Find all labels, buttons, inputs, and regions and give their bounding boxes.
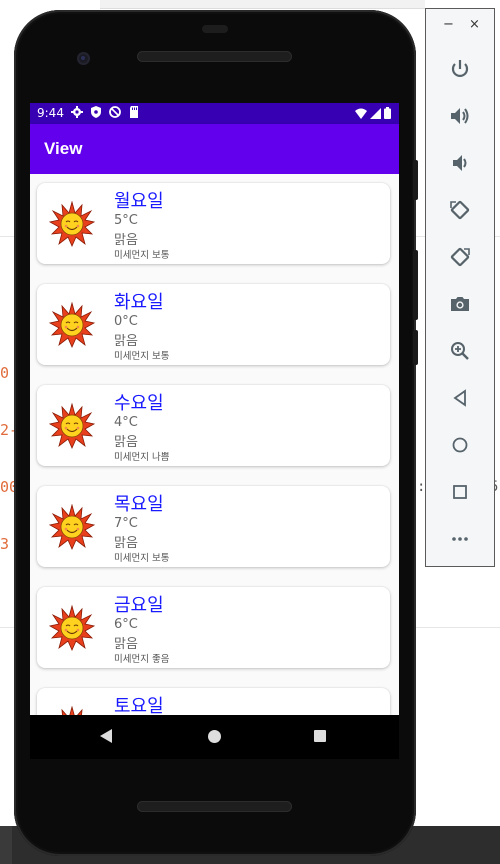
wifi-icon bbox=[355, 108, 367, 119]
phone-side-button bbox=[413, 160, 418, 200]
weather-list[interactable]: 월요일 5°C 맑음 미세먼지 보통 화요일 0°C 맑음 미세먼지 보통 수요… bbox=[30, 174, 399, 715]
background-window-strip bbox=[100, 0, 425, 9]
status-bar: 9:44 bbox=[30, 103, 399, 124]
settings-icon bbox=[71, 106, 83, 118]
temperature: 7°C bbox=[114, 516, 138, 531]
camera-icon[interactable] bbox=[448, 292, 472, 316]
phone-screen: 9:44 View 월요일 5°C 맑음 미세먼지 보통 화요일 0°C 맑음 … bbox=[30, 103, 399, 715]
emulator-toolbar: − × bbox=[425, 8, 495, 567]
weather-card[interactable]: 월요일 5°C 맑음 미세먼지 보통 bbox=[37, 183, 390, 264]
system-nav-bar bbox=[30, 715, 399, 759]
temperature: 4°C bbox=[114, 415, 138, 430]
sun-icon bbox=[49, 201, 95, 247]
weather-card[interactable]: 금요일 6°C 맑음 미세먼지 좋음 bbox=[37, 587, 390, 668]
day-name: 금요일 bbox=[114, 595, 164, 616]
rotate-left-icon[interactable] bbox=[448, 198, 472, 222]
app-title: View bbox=[44, 139, 83, 158]
background-text-fragment: 0 bbox=[0, 364, 10, 382]
fine-dust-level: 미세먼지 보통 bbox=[114, 351, 170, 362]
sun-icon bbox=[49, 403, 95, 449]
nav-home-icon[interactable] bbox=[208, 730, 221, 743]
sun-icon bbox=[49, 706, 95, 715]
front-camera-icon bbox=[77, 52, 90, 65]
data-saver-icon bbox=[109, 106, 121, 118]
weather-condition: 맑음 bbox=[114, 435, 138, 450]
weather-card[interactable]: 화요일 0°C 맑음 미세먼지 보통 bbox=[37, 284, 390, 365]
home-icon[interactable] bbox=[448, 433, 472, 457]
phone-side-button bbox=[413, 330, 418, 365]
volume-down-icon[interactable] bbox=[448, 151, 472, 175]
fine-dust-level: 미세먼지 보통 bbox=[114, 250, 170, 261]
day-name: 목요일 bbox=[114, 494, 164, 515]
day-name: 화요일 bbox=[114, 292, 164, 313]
weather-condition: 맑음 bbox=[114, 536, 138, 551]
signal-icon bbox=[370, 107, 381, 119]
background-text-fragment: 3 bbox=[0, 535, 10, 553]
phone-earpiece bbox=[202, 25, 228, 33]
weather-card[interactable]: 토요일 bbox=[37, 688, 390, 715]
temperature: 0°C bbox=[114, 314, 138, 329]
nav-back-icon[interactable] bbox=[100, 729, 112, 743]
status-time: 9:44 bbox=[37, 106, 64, 120]
volume-up-icon[interactable] bbox=[448, 104, 472, 128]
day-name: 토요일 bbox=[114, 696, 164, 715]
weather-condition: 맑음 bbox=[114, 637, 138, 652]
fine-dust-level: 미세먼지 보통 bbox=[114, 553, 170, 564]
rotate-right-icon[interactable] bbox=[448, 245, 472, 269]
fine-dust-level: 미세먼지 나쁨 bbox=[114, 452, 170, 463]
power-icon[interactable] bbox=[448, 57, 472, 81]
back-icon[interactable] bbox=[448, 386, 472, 410]
weather-condition: 맑음 bbox=[114, 334, 138, 349]
phone-speaker-bottom bbox=[137, 801, 292, 812]
sun-icon bbox=[49, 504, 95, 550]
minimize-button[interactable]: − bbox=[443, 17, 454, 32]
fine-dust-level: 미세먼지 좋음 bbox=[114, 654, 170, 665]
app-bar: View bbox=[30, 124, 399, 174]
shield-icon bbox=[91, 106, 101, 118]
nav-recents-icon[interactable] bbox=[314, 730, 326, 742]
zoom-icon[interactable] bbox=[448, 339, 472, 363]
taskbar-edge bbox=[0, 826, 12, 864]
temperature: 5°C bbox=[114, 213, 138, 228]
sun-icon bbox=[49, 605, 95, 651]
weather-condition: 맑음 bbox=[114, 233, 138, 248]
weather-card[interactable]: 목요일 7°C 맑음 미세먼지 보통 bbox=[37, 486, 390, 567]
sd-card-icon bbox=[130, 106, 138, 118]
weather-card[interactable]: 수요일 4°C 맑음 미세먼지 나쁨 bbox=[37, 385, 390, 466]
sun-icon bbox=[49, 302, 95, 348]
day-name: 월요일 bbox=[114, 191, 164, 212]
battery-icon bbox=[384, 107, 391, 119]
more-icon[interactable] bbox=[448, 527, 472, 551]
phone-speaker-top bbox=[137, 51, 292, 62]
close-button[interactable]: × bbox=[469, 17, 480, 32]
temperature: 6°C bbox=[114, 617, 138, 632]
overview-icon[interactable] bbox=[448, 480, 472, 504]
day-name: 수요일 bbox=[114, 393, 164, 414]
phone-side-button bbox=[413, 250, 418, 320]
